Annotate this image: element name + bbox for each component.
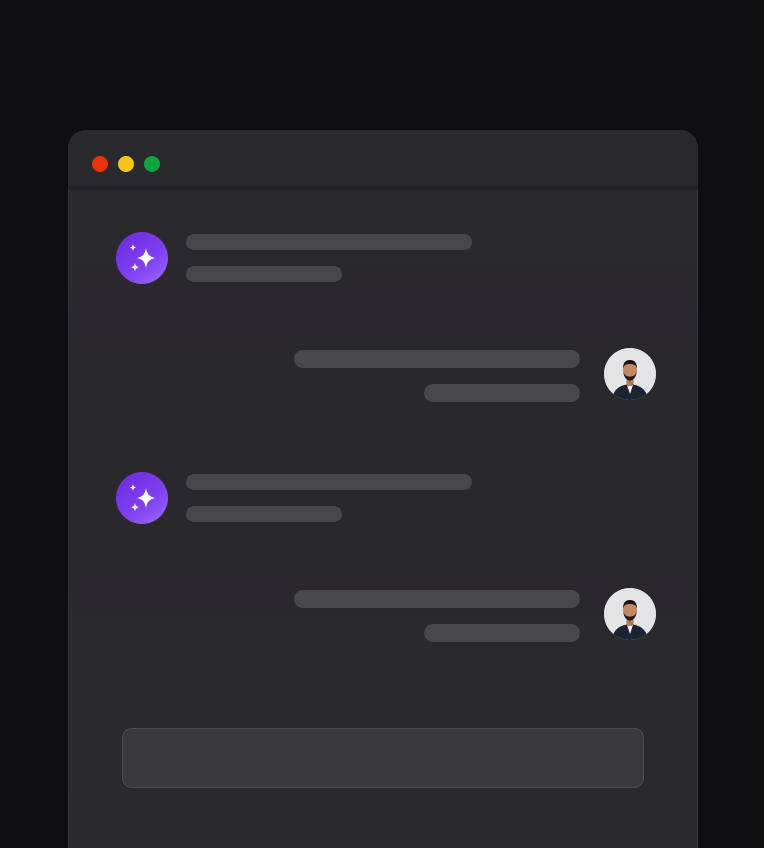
message-placeholder-line xyxy=(186,234,472,250)
window-titlebar xyxy=(68,130,698,190)
assistant-avatar xyxy=(116,472,168,524)
message-placeholder-line xyxy=(186,474,472,490)
sparkles-icon xyxy=(129,244,155,272)
message-placeholder-line xyxy=(186,506,342,522)
message-placeholder-line xyxy=(186,266,342,282)
zoom-window-button[interactable] xyxy=(144,156,160,172)
user-avatar xyxy=(604,348,656,400)
sparkles-icon xyxy=(129,484,155,512)
user-avatar xyxy=(604,588,656,640)
message-placeholder-line xyxy=(294,350,580,368)
user-photo-icon xyxy=(604,348,656,400)
assistant-avatar xyxy=(116,232,168,284)
close-window-button[interactable] xyxy=(92,156,108,172)
message-placeholder-line xyxy=(424,624,580,642)
message-input[interactable] xyxy=(122,728,644,788)
page-background xyxy=(0,0,764,848)
chat-window xyxy=(68,130,698,848)
minimize-window-button[interactable] xyxy=(118,156,134,172)
message-placeholder-line xyxy=(294,590,580,608)
user-photo-icon xyxy=(604,588,656,640)
message-placeholder-line xyxy=(424,384,580,402)
